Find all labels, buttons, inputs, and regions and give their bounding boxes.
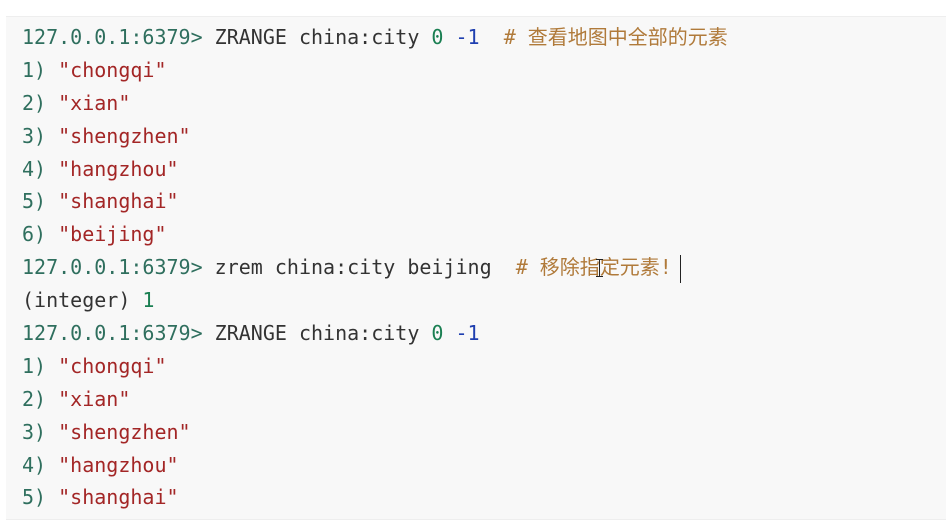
command-line[interactable]: 127.0.0.1:6379> zrem china:city beijing … xyxy=(22,251,728,284)
result-item: 3) "shengzhen" xyxy=(22,120,728,153)
item-value: "chongqi" xyxy=(58,57,167,82)
item-index: 5) xyxy=(22,189,47,214)
terminal-code-block: 127.0.0.1:6379> ZRANGE china:city 0 -1 #… xyxy=(6,16,946,520)
item-value: "beijing" xyxy=(58,222,167,247)
range-start: 0 xyxy=(431,25,444,49)
item-value: "shengzhen" xyxy=(58,419,191,444)
command-line: 127.0.0.1:6379> ZRANGE china:city 0 -1 xyxy=(22,317,728,350)
result-item: 5) "shanghai" xyxy=(22,185,728,218)
item-index: 4) xyxy=(22,156,47,181)
item-index: 2) xyxy=(22,386,47,411)
item-index: 3) xyxy=(22,123,47,148)
item-value: "shanghai" xyxy=(58,485,179,510)
command-text: ZRANGE china:city xyxy=(214,25,420,49)
text-caret xyxy=(679,254,681,283)
item-value: "shanghai" xyxy=(58,189,179,214)
item-value: "xian" xyxy=(58,386,131,411)
item-index: 3) xyxy=(22,419,47,444)
result-item: 4) "hangzhou" xyxy=(22,449,728,482)
result-item: 1) "chongqi" xyxy=(22,54,728,87)
result-item: 5) "shanghai" xyxy=(22,481,728,514)
result-item: 3) "shengzhen" xyxy=(22,416,728,449)
item-value: "shengzhen" xyxy=(58,123,191,148)
integer-label: (integer) xyxy=(22,288,131,313)
item-index: 2) xyxy=(22,90,47,115)
item-value: "hangzhou" xyxy=(58,156,179,181)
result-item: 6) "beijing" xyxy=(22,218,728,251)
item-index: 1) xyxy=(22,353,47,378)
redis-prompt: 127.0.0.1:6379> xyxy=(22,321,203,346)
command-text: zrem china:city beijing xyxy=(214,255,492,280)
result-item: 1) "chongqi" xyxy=(22,350,728,383)
item-index: 5) xyxy=(22,485,47,510)
comment-text: 定元素! xyxy=(599,255,672,280)
integer-reply: (integer) 1 xyxy=(22,284,728,317)
item-index: 1) xyxy=(22,57,47,82)
result-item: 2) "xian" xyxy=(22,87,728,120)
command-text: ZRANGE china:city xyxy=(214,321,420,346)
range-end: -1 xyxy=(455,321,480,346)
redis-prompt: 127.0.0.1:6379> xyxy=(22,255,203,280)
item-index: 6) xyxy=(22,222,47,247)
redis-prompt: 127.0.0.1:6379> xyxy=(22,25,203,49)
range-start: 0 xyxy=(431,321,444,346)
range-end: -1 xyxy=(455,25,480,49)
integer-value: 1 xyxy=(142,288,155,313)
result-item: 4) "hangzhou" xyxy=(22,153,728,186)
item-index: 4) xyxy=(22,452,47,477)
comment-text: # 移除指 xyxy=(515,255,600,280)
comment-text: # 查看地图中全部的元素 xyxy=(503,25,728,49)
item-value: "xian" xyxy=(58,90,131,115)
item-value: "chongqi" xyxy=(58,353,167,378)
terminal-output: 127.0.0.1:6379> ZRANGE china:city 0 -1 #… xyxy=(22,21,728,514)
command-line: 127.0.0.1:6379> ZRANGE china:city 0 -1 #… xyxy=(22,21,728,54)
result-item: 2) "xian" xyxy=(22,383,728,416)
item-value: "hangzhou" xyxy=(58,452,179,477)
